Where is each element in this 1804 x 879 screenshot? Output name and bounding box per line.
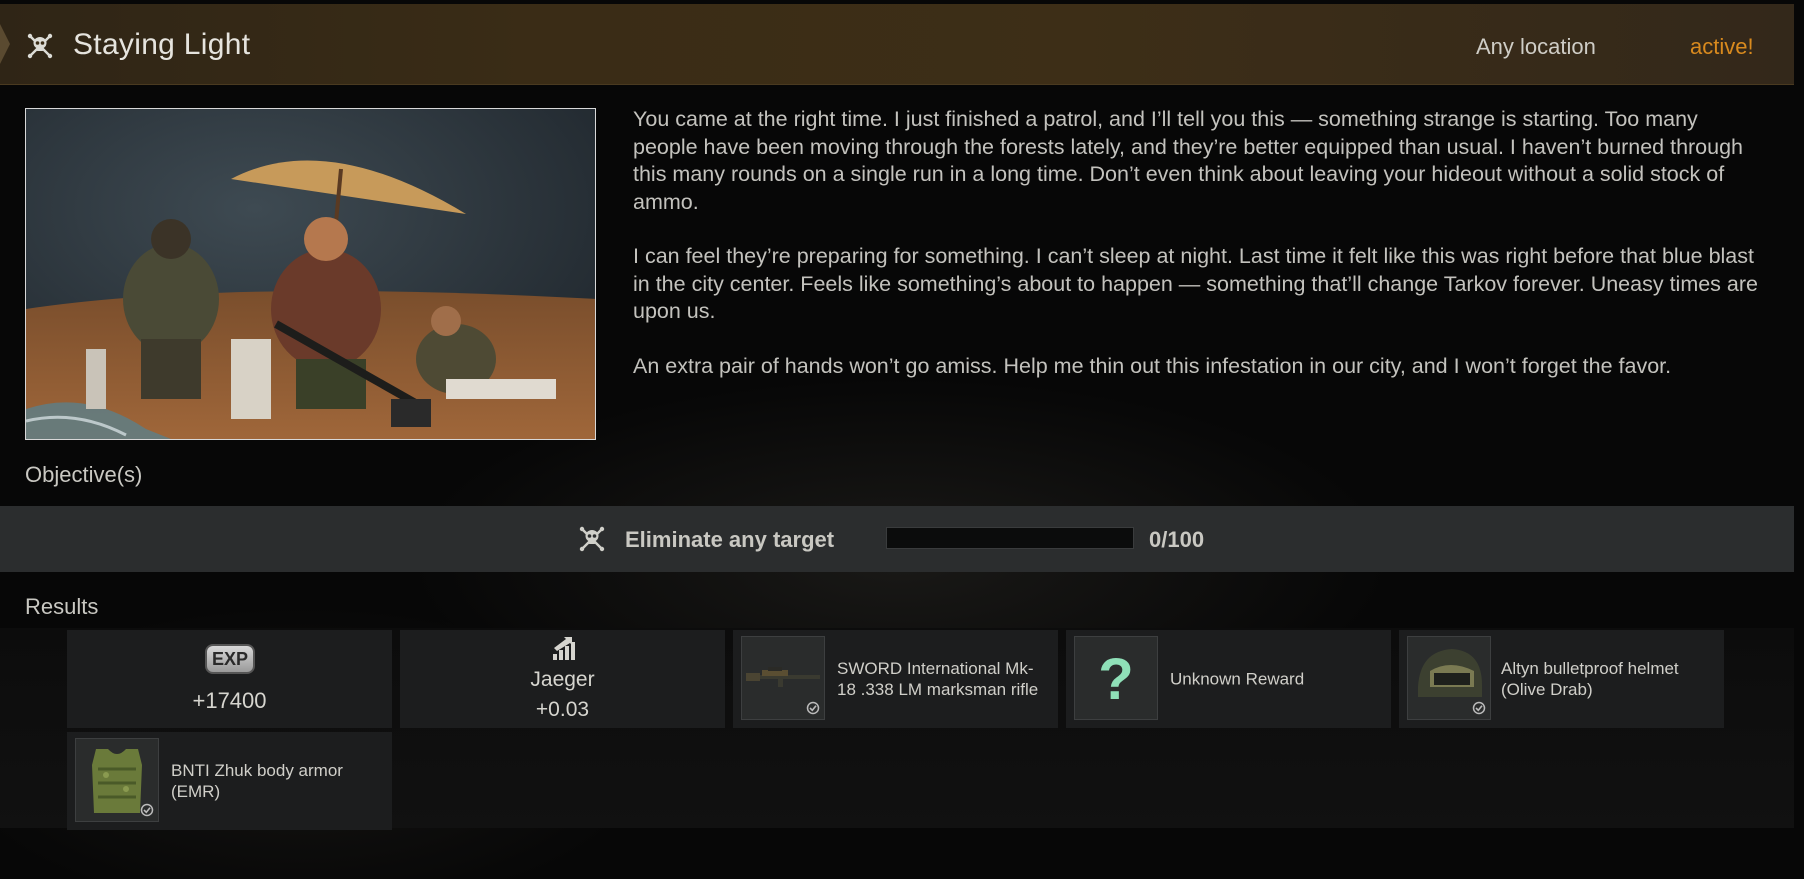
- objective-count: 0/100: [1149, 527, 1205, 552]
- skull-crossbones-icon: [27, 33, 53, 59]
- reward-item[interactable]: BNTI Zhuk body armor (EMR): [67, 732, 392, 830]
- check-icon: [1472, 701, 1486, 715]
- question-mark-icon: ?: [1098, 647, 1133, 712]
- objective-progress-bar: [886, 527, 1134, 549]
- objectives-heading: Objective(s): [25, 462, 143, 487]
- exp-value: +17400: [192, 688, 267, 713]
- item-name: BNTI Zhuk body armor (EMR): [171, 761, 343, 801]
- item-slot: [1407, 636, 1491, 720]
- quest-title: Staying Light: [73, 28, 251, 61]
- reward-item[interactable]: Altyn bulletproof helmet (Olive Drab): [1399, 630, 1724, 728]
- exp-badge: EXP: [205, 644, 255, 674]
- quest-header: Staying Light Any location active!: [0, 4, 1794, 85]
- reward-reputation[interactable]: Jaeger +0.03: [400, 630, 725, 728]
- results-heading: Results: [25, 594, 99, 619]
- item-name: Unknown Reward: [1170, 669, 1305, 689]
- check-icon: [140, 803, 154, 817]
- header-notch: [0, 24, 10, 64]
- reputation-up-icon: [553, 637, 575, 660]
- description-paragraph: I can feel they’re preparing for somethi…: [633, 244, 1758, 323]
- quest-status: active!: [1690, 34, 1754, 59]
- quest-location: Any location: [1476, 34, 1596, 59]
- item-slot: ?: [1074, 636, 1158, 720]
- skull-crossbones-icon: [579, 526, 605, 552]
- item-slot: [75, 738, 159, 822]
- reward-exp[interactable]: EXP +17400: [67, 630, 392, 728]
- item-slot: [741, 636, 825, 720]
- reputation-value: +0.03: [535, 698, 590, 721]
- quest-illustration: [25, 108, 596, 440]
- check-icon: [806, 701, 820, 715]
- quest-description: You came at the right time. I just finis…: [633, 106, 1763, 407]
- description-paragraph: You came at the right time. I just finis…: [633, 107, 1744, 214]
- reputation-trader: Jaeger: [530, 668, 595, 691]
- reward-item[interactable]: SWORD International Mk-18 .338 LM marksm…: [733, 630, 1058, 728]
- item-name: SWORD International Mk-18 .338 LM marksm…: [837, 659, 1039, 699]
- item-name: Altyn bulletproof helmet (Olive Drab): [1501, 659, 1679, 699]
- description-paragraph: An extra pair of hands won’t go amiss. H…: [633, 353, 1672, 378]
- objective-label: Eliminate any target: [625, 527, 835, 552]
- svg-text:?: ?: [1098, 647, 1133, 712]
- reward-item[interactable]: ? Unknown Reward: [1066, 630, 1391, 728]
